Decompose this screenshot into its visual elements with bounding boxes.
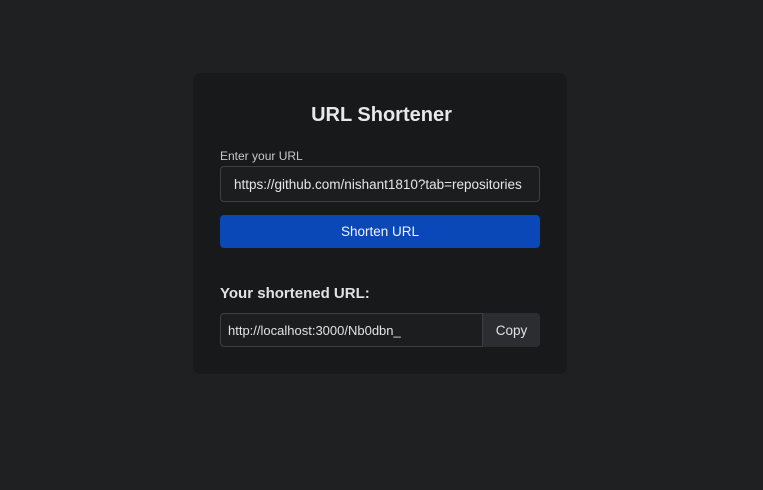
shorten-url-button[interactable]: Shorten URL: [220, 215, 540, 248]
shortened-url-field[interactable]: [220, 313, 483, 347]
page-title: URL Shortener: [311, 104, 452, 126]
url-input-label: Enter your URL: [220, 149, 303, 163]
url-input[interactable]: [220, 166, 540, 202]
shortened-url-group: Copy: [220, 313, 540, 347]
shortened-url-heading: Your shortened URL:: [220, 285, 370, 302]
copy-button[interactable]: Copy: [483, 313, 540, 347]
